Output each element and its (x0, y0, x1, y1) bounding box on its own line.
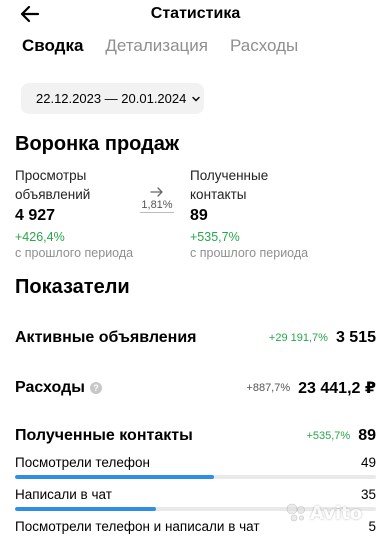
contacts-delta: +535,7% (190, 230, 240, 244)
indicators-title: Показатели (15, 276, 130, 298)
expenses-value: 23 441,2 ₽ (298, 380, 376, 397)
date-range-label: 22.12.2023 — 20.01.2024 (36, 91, 187, 106)
contacts-period: с прошлого периода (190, 246, 309, 260)
active-ads-delta: +29 191,7% (268, 332, 328, 344)
funnel-conversion: 1,81% (140, 186, 174, 213)
metric-active-ads[interactable]: Активные объявления +29 191,7% 3 515 (15, 329, 376, 347)
active-ads-label: Активные объявления (15, 329, 197, 346)
metric-contacts[interactable]: Полученные контакты +535,7% 89 (15, 427, 376, 445)
progress-fill (15, 475, 214, 479)
active-ads-value: 3 515 (335, 329, 376, 346)
funnel-title: Воронка продаж (15, 133, 180, 155)
breakdown-label: Написали в чат (15, 487, 112, 502)
watermark-text: Avito (310, 502, 363, 524)
breakdown-row: Посмотрели телефон 49 (15, 455, 376, 485)
views-value: 4 927 (15, 207, 56, 224)
chevron-down-icon (192, 96, 201, 101)
expenses-label: Расходы (15, 379, 85, 396)
breakdown-value: 35 (360, 487, 376, 502)
date-range-selector[interactable]: 22.12.2023 — 20.01.2024 (21, 83, 204, 114)
funnel-contacts: Полученные контакты 89 +535,7% с прошлог… (190, 166, 310, 261)
breakdown-value: 5 (368, 519, 376, 534)
breakdown-value: 49 (360, 455, 376, 470)
expenses-delta: +887,7% (246, 382, 291, 394)
page-title: Статистика (150, 5, 241, 22)
views-delta: +426,4% (15, 230, 65, 244)
conversion-value: 1,81% (140, 199, 174, 213)
breakdown-label: Посмотрели телефон и написали в чат (15, 519, 260, 534)
contacts-label: Полученные контакты (190, 168, 269, 202)
breakdown-label: Посмотрели телефон (15, 455, 150, 470)
metric-expenses[interactable]: Расходы ? +887,7% 23 441,2 ₽ (15, 378, 376, 398)
info-icon[interactable]: ? (89, 382, 102, 394)
received-contacts-value: 89 (358, 427, 376, 444)
top-bar: Статистика (0, 0, 391, 30)
views-period: с прошлого периода (15, 246, 134, 260)
avito-logo-icon (286, 503, 305, 522)
tab-expenses[interactable]: Расходы (230, 36, 298, 56)
arrow-right-icon (150, 187, 163, 197)
received-contacts-label: Полученные контакты (15, 427, 193, 444)
funnel-views: Просмотры объявлений 4 927 +426,4% с про… (15, 166, 135, 261)
tab-summary[interactable]: Сводка (22, 36, 83, 56)
views-label: Просмотры объявлений (15, 168, 91, 202)
tab-details[interactable]: Детализация (105, 36, 208, 56)
progress-track (15, 475, 376, 479)
contacts-value: 89 (190, 207, 208, 224)
avito-watermark: Avito (285, 502, 362, 524)
received-contacts-delta: +535,7% (306, 430, 351, 442)
tab-bar: Сводка Детализация Расходы (22, 36, 298, 56)
progress-fill (15, 507, 156, 511)
